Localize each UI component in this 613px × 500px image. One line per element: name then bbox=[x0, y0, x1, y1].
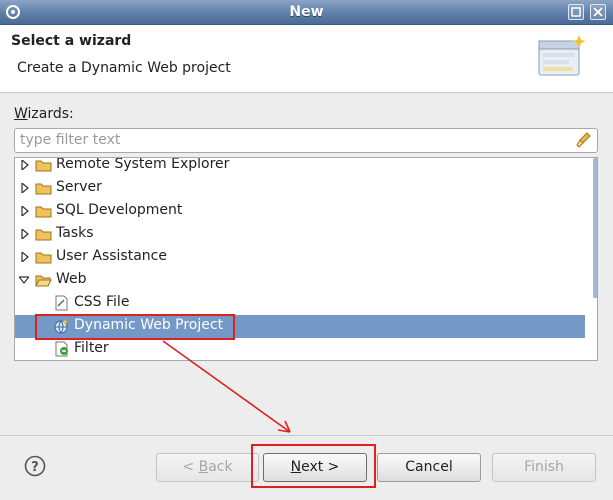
tree-item-label: Web bbox=[56, 271, 87, 287]
expand-arrow-icon[interactable] bbox=[20, 229, 30, 239]
svg-text:?: ? bbox=[31, 460, 39, 475]
tree-item-server[interactable]: Server bbox=[15, 177, 585, 200]
wizards-label: Wizards: bbox=[14, 106, 74, 122]
tree-item-label: Server bbox=[56, 179, 102, 195]
wizard-banner-icon bbox=[538, 35, 586, 76]
tree-item-user-assistance[interactable]: User Assistance bbox=[15, 246, 585, 269]
cancel-button[interactable]: Cancel bbox=[377, 453, 481, 482]
finish-button[interactable]: Finish bbox=[492, 453, 596, 482]
tree-item-sql-development[interactable]: SQL Development bbox=[15, 200, 585, 223]
help-icon[interactable]: ? bbox=[24, 455, 46, 477]
folder-icon bbox=[35, 206, 52, 218]
tree-item-css-file[interactable]: CSS File bbox=[15, 292, 585, 315]
tree-item-filter[interactable]: Filter bbox=[15, 338, 585, 360]
expand-arrow-icon[interactable] bbox=[20, 206, 30, 216]
annotation-box-next bbox=[251, 444, 376, 488]
open-folder-icon bbox=[35, 275, 52, 287]
tree-item-label: SQL Development bbox=[56, 202, 183, 218]
tree-item-label: CSS File bbox=[74, 294, 130, 310]
maximize-button[interactable] bbox=[568, 4, 584, 20]
header-title: Select a wizard bbox=[11, 33, 132, 49]
expand-arrow-icon[interactable] bbox=[20, 160, 30, 170]
filter-placeholder: type filter text bbox=[20, 132, 121, 148]
folder-icon bbox=[35, 160, 52, 172]
back-button-prefix: < bbox=[182, 459, 199, 475]
collapse-arrow-icon[interactable] bbox=[19, 275, 29, 285]
back-button-mnemonic: B bbox=[198, 459, 209, 475]
wizards-label-mnemonic: W bbox=[14, 106, 28, 122]
tree-item-label: Tasks bbox=[56, 225, 94, 241]
title-bar: New bbox=[0, 0, 613, 25]
filter-class-icon bbox=[55, 341, 68, 357]
tree-item-label: User Assistance bbox=[56, 248, 167, 264]
expand-arrow-icon[interactable] bbox=[20, 183, 30, 193]
tree-item-tasks[interactable]: Tasks bbox=[15, 223, 585, 246]
back-button-label: ack bbox=[208, 459, 233, 475]
maximize-icon bbox=[571, 7, 581, 17]
close-button[interactable] bbox=[590, 4, 606, 20]
css-file-icon bbox=[55, 295, 68, 311]
tree-item-remote-system-explorer[interactable]: Remote System Explorer bbox=[15, 157, 585, 177]
wizard-header: Select a wizard Create a Dynamic Web pro… bbox=[0, 25, 613, 93]
folder-icon bbox=[35, 229, 52, 241]
expand-arrow-icon[interactable] bbox=[20, 252, 30, 262]
folder-icon bbox=[35, 252, 52, 264]
header-description: Create a Dynamic Web project bbox=[17, 60, 231, 76]
tree-scrollbar-thumb[interactable] bbox=[593, 158, 597, 298]
clear-filter-icon[interactable] bbox=[575, 131, 593, 149]
folder-icon bbox=[35, 183, 52, 195]
tree-item-web[interactable]: Web bbox=[15, 269, 585, 292]
tree-item-label: Remote System Explorer bbox=[56, 157, 230, 172]
back-button[interactable]: < Back bbox=[156, 453, 259, 482]
filter-input[interactable]: type filter text bbox=[14, 128, 598, 153]
window-title: New bbox=[289, 4, 324, 20]
annotation-box-selection bbox=[35, 314, 235, 340]
button-bar-separator bbox=[0, 435, 613, 436]
tree-item-label: Filter bbox=[74, 340, 109, 356]
wizards-label-text: izards: bbox=[27, 106, 74, 122]
close-icon bbox=[593, 7, 603, 17]
